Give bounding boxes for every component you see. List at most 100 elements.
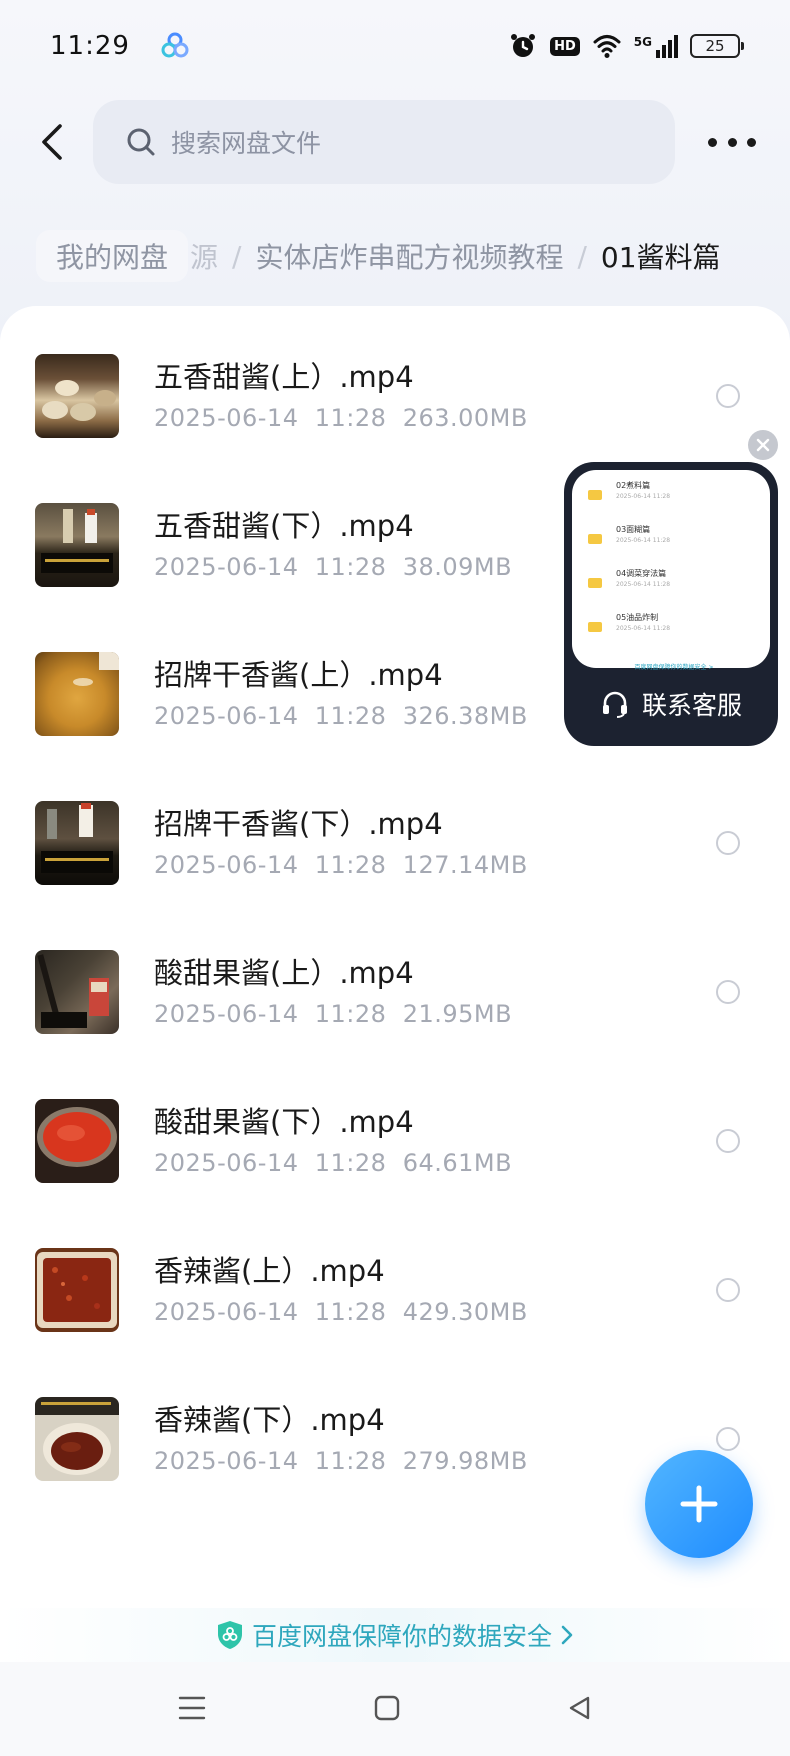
baidu-netdisk-icon [161,32,189,58]
select-checkbox[interactable] [716,831,740,855]
network-label: 5G [633,34,652,49]
mini-folder-text: 04调菜穿法篇 2025-06-14 11:28 [616,568,670,589]
mini-folder-row: 03面糊篇 2025-06-14 11:28 [588,524,760,568]
chevron-right-icon [561,1625,573,1645]
file-size: 429.30MB [402,1298,528,1326]
video-thumbnail [35,950,119,1034]
plus-icon [680,1485,718,1523]
file-name: 香辣酱(上）.mp4 [154,1254,385,1288]
close-preview-button[interactable] [748,430,778,460]
file-date: 2025-06-14 [154,1149,299,1177]
nav-menu-button[interactable] [170,1686,214,1730]
file-name: 招牌干香酱(上）.mp4 [154,658,443,692]
status-icons: HD 5G 25 [508,31,744,61]
select-checkbox[interactable] [716,1278,740,1302]
file-time: 11:28 [314,1149,387,1177]
data-safety-banner[interactable]: 百度网盘保障你的数据安全 [0,1608,790,1662]
file-date: 2025-06-14 [154,553,299,581]
mini-folder-row: 04调菜穿法篇 2025-06-14 11:28 [588,568,760,612]
more-options-button[interactable] [702,120,762,164]
file-size: 64.61MB [402,1149,513,1177]
file-meta: 2025-06-14 11:28 326.38MB [154,702,528,730]
search-placeholder: 搜索网盘文件 [171,129,322,158]
file-size: 21.95MB [402,1000,513,1028]
video-thumbnail [35,354,119,438]
file-meta: 2025-06-14 11:28 21.95MB [154,1000,512,1028]
folder-icon [588,490,602,500]
file-time: 11:28 [314,851,387,879]
search-icon [127,128,155,156]
breadcrumb-separator: / [232,239,242,273]
menu-icon [178,1696,206,1720]
nav-home-button[interactable] [365,1686,409,1730]
mini-folder-text: 03面糊篇 2025-06-14 11:28 [616,524,670,545]
mini-folder-title: 02煮料篇 [616,481,651,490]
shield-icon [217,1621,242,1649]
select-checkbox[interactable] [716,980,740,1004]
breadcrumb-folder[interactable]: 实体店炸串配方视频教程 [255,236,563,276]
file-row[interactable]: 酸甜果酱(下）.mp4 2025-06-14 11:28 64.61MB [0,1099,790,1247]
mini-folder-row: 02煮料篇 2025-06-14 11:28 [588,480,760,524]
select-checkbox[interactable] [716,384,740,408]
file-date: 2025-06-14 [154,404,299,432]
breadcrumb-home[interactable]: 我的网盘 [36,230,189,282]
mini-folder-text: 05油品炸制 2025-06-14 11:28 [616,612,670,633]
nav-back-button[interactable] [558,1686,602,1730]
breadcrumb-faded-segment[interactable]: 源 [190,236,218,276]
floating-preview-window[interactable]: 02煮料篇 2025-06-14 11:28 03面糊篇 2025-06-14 … [564,462,778,746]
folder-icon [588,622,602,632]
folder-icon [588,534,602,544]
mini-folder-date: 2025-06-14 11:28 [616,581,671,588]
add-button[interactable] [645,1450,753,1558]
file-meta: 2025-06-14 11:28 263.00MB [154,404,528,432]
more-dot [708,137,717,147]
mini-folder-title: 04调菜穿法篇 [616,569,667,578]
breadcrumb-trail: 源 / 实体店炸串配方视频教程 / 01酱料篇 [190,228,721,284]
video-thumbnail [35,1099,119,1183]
file-row[interactable]: 酸甜果酱(上）.mp4 2025-06-14 11:28 21.95MB [0,950,790,1098]
header: 搜索网盘文件 [0,100,790,184]
chevron-left-icon [42,124,62,160]
headset-icon [602,691,627,718]
video-thumbnail [35,503,119,587]
close-icon [756,438,770,452]
file-date: 2025-06-14 [154,702,299,730]
select-checkbox[interactable] [716,1427,740,1451]
breadcrumb-current: 01酱料篇 [600,241,721,274]
file-meta: 2025-06-14 11:28 279.98MB [154,1447,528,1475]
contact-support-button[interactable]: 联系客服 [564,674,778,734]
video-thumbnail [35,1248,119,1332]
file-size: 279.98MB [402,1447,528,1475]
floating-preview-screen: 02煮料篇 2025-06-14 11:28 03面糊篇 2025-06-14 … [572,470,770,671]
home-square-icon [374,1695,400,1721]
file-date: 2025-06-14 [154,1447,299,1475]
file-meta: 2025-06-14 11:28 38.09MB [154,553,512,581]
file-row[interactable]: 香辣酱(上）.mp4 2025-06-14 11:28 429.30MB [0,1248,790,1396]
signal-bar [668,39,672,58]
file-size: 263.00MB [402,404,528,432]
hd-badge: HD [550,36,580,56]
select-checkbox[interactable] [716,1129,740,1153]
back-triangle-icon [569,1696,590,1720]
status-bar: 11:29 HD 5G 25 [0,0,790,92]
file-name: 五香甜酱(上）.mp4 [154,360,414,394]
back-button[interactable] [30,118,74,166]
battery-level: 25 [705,37,725,55]
mini-folder-row: 05油品炸制 2025-06-14 11:28 [588,612,760,656]
more-dot [747,137,756,147]
breadcrumb-separator: / [577,239,587,273]
contact-support-label: 联系客服 [641,691,742,720]
search-input[interactable]: 搜索网盘文件 [93,100,675,184]
file-name: 酸甜果酱(上）.mp4 [154,956,414,990]
file-row[interactable]: 招牌干香酱(下）.mp4 2025-06-14 11:28 127.14MB [0,801,790,949]
video-thumbnail [35,1397,119,1481]
more-dot [727,137,737,147]
mini-folder-text: 02煮料篇 2025-06-14 11:28 [616,480,670,501]
alarm-icon [511,34,536,57]
mini-folder-date: 2025-06-14 11:28 [616,537,671,544]
system-nav-bar [0,1662,790,1756]
video-thumbnail [35,652,119,736]
mini-safety-note: 百度网盘保障你的数据安全 > [634,664,714,671]
file-meta: 2025-06-14 11:28 127.14MB [154,851,528,879]
mini-folder-date: 2025-06-14 11:28 [616,493,671,500]
